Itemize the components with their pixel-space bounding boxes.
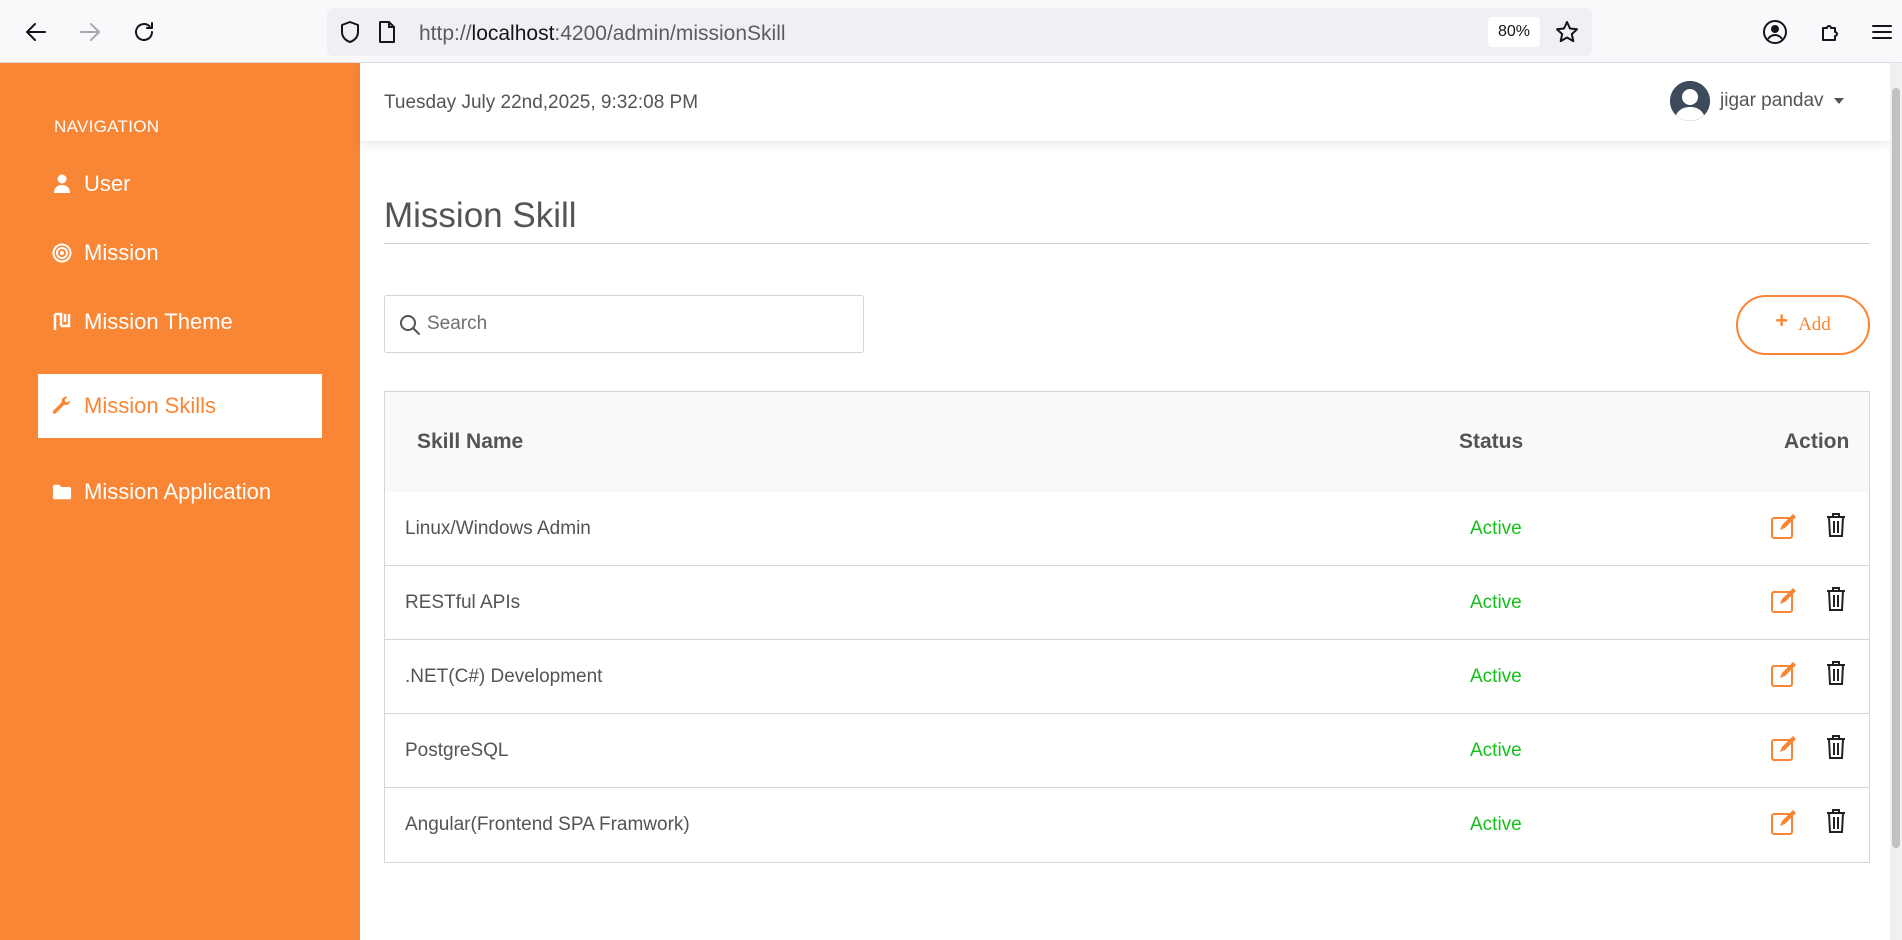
- sidebar-item-label: User: [84, 171, 131, 196]
- skill-name-cell: .NET(C#) Development: [405, 665, 603, 687]
- status-cell: Active: [1470, 814, 1522, 835]
- wrench-icon: [52, 396, 72, 416]
- reload-icon: [135, 22, 153, 41]
- title-divider: [384, 243, 1870, 244]
- scrollbar-thumb[interactable]: [1892, 88, 1900, 848]
- add-button-label: Add: [1798, 314, 1831, 335]
- skill-name-cell: Angular(Frontend SPA Framwork): [405, 814, 690, 835]
- delete-icon[interactable]: [1825, 734, 1849, 762]
- search-input[interactable]: [427, 296, 857, 352]
- add-skill-button[interactable]: + Add: [1736, 295, 1870, 355]
- folder-icon: [52, 482, 72, 502]
- extensions-icon[interactable]: [1815, 16, 1847, 48]
- address-bar[interactable]: http://localhost:4200/admin/missionSkill…: [327, 8, 1592, 56]
- reload-button[interactable]: [128, 16, 160, 48]
- sidebar: NAVIGATION User Mission Mission Theme Mi…: [0, 63, 360, 940]
- username: jigar pandav: [1720, 90, 1824, 111]
- url-scheme: http://: [419, 22, 472, 45]
- sidebar-item-label: Mission: [84, 240, 159, 265]
- delete-icon[interactable]: [1825, 808, 1849, 836]
- column-header-skill-name: Skill Name: [417, 430, 524, 453]
- sidebar-item-label: Mission Theme: [84, 309, 233, 334]
- status-cell: Active: [1470, 591, 1522, 613]
- search-icon: [399, 314, 421, 341]
- search-field[interactable]: [384, 295, 864, 353]
- header: Tuesday July 22nd,2025, 9:32:08 PM jigar…: [360, 63, 1890, 141]
- table-row: .NET(C#) Development Active: [385, 640, 1869, 714]
- table-row: PostgreSQL Active: [385, 714, 1869, 788]
- edit-icon[interactable]: [1770, 660, 1798, 688]
- sidebar-item-mission-application[interactable]: Mission Application: [38, 460, 322, 524]
- column-header-status: Status: [1459, 430, 1524, 453]
- delete-icon[interactable]: [1825, 660, 1849, 688]
- sidebar-item-mission-skills[interactable]: Mission Skills: [38, 374, 322, 438]
- skill-name-cell: RESTful APIs: [405, 591, 521, 613]
- edit-icon[interactable]: [1770, 512, 1798, 540]
- navigation-heading: NAVIGATION: [54, 117, 160, 136]
- user-icon: [52, 174, 72, 194]
- menu-icon[interactable]: [1866, 16, 1898, 48]
- edit-icon[interactable]: [1770, 734, 1798, 762]
- back-button[interactable]: [20, 16, 52, 48]
- skills-table: Skill Name Status Action Linux/Windows A…: [384, 391, 1870, 863]
- table-row: RESTful APIs Active: [385, 566, 1869, 640]
- url-host: localhost: [471, 22, 555, 45]
- url-text[interactable]: http://localhost:4200/admin/missionSkill: [419, 22, 786, 46]
- browser-toolbar: http://localhost:4200/admin/missionSkill…: [0, 0, 1902, 63]
- sidebar-item-mission[interactable]: Mission: [38, 221, 322, 285]
- page-title: Mission Skill: [384, 196, 577, 235]
- table-row: Angular(Frontend SPA Framwork) Active: [385, 788, 1869, 862]
- current-datetime: Tuesday July 22nd,2025, 9:32:08 PM: [384, 92, 699, 113]
- theme-icon: [52, 312, 72, 332]
- sidebar-item-user[interactable]: User: [38, 152, 322, 216]
- forward-button[interactable]: [74, 16, 106, 48]
- back-arrow-icon: [26, 23, 46, 41]
- delete-icon[interactable]: [1825, 512, 1849, 540]
- column-header-action: Action: [1784, 430, 1850, 453]
- skill-name-cell: Linux/Windows Admin: [405, 517, 591, 539]
- page-icon[interactable]: [377, 20, 397, 49]
- edit-icon[interactable]: [1770, 808, 1798, 836]
- url-path: :4200/admin/missionSkill: [554, 22, 786, 45]
- sidebar-item-label: Mission Skills: [84, 393, 217, 418]
- zoom-badge[interactable]: 80%: [1488, 17, 1540, 47]
- shield-icon[interactable]: [339, 20, 361, 49]
- user-menu[interactable]: jigar pandav: [1670, 81, 1844, 121]
- status-cell: Active: [1470, 665, 1522, 687]
- status-cell: Active: [1470, 739, 1522, 761]
- forward-arrow-icon: [80, 23, 100, 41]
- avatar: [1670, 81, 1710, 121]
- sidebar-item-label: Mission Application: [84, 479, 272, 504]
- edit-icon[interactable]: [1770, 586, 1798, 614]
- delete-icon[interactable]: [1825, 586, 1849, 614]
- table-row: Linux/Windows Admin Active: [385, 492, 1869, 566]
- avatar-person-icon: [1670, 81, 1710, 121]
- caret-down-icon: [1833, 98, 1844, 104]
- skill-name-cell: PostgreSQL: [405, 739, 509, 761]
- plus-icon: +: [1775, 308, 1789, 333]
- target-icon: [52, 243, 72, 263]
- table-header: Skill Name Status Action: [385, 392, 1869, 492]
- bookmark-star-icon[interactable]: [1555, 20, 1579, 49]
- sidebar-item-mission-theme[interactable]: Mission Theme: [38, 290, 322, 354]
- account-icon[interactable]: [1759, 16, 1791, 48]
- status-cell: Active: [1470, 517, 1522, 539]
- page-scrollbar[interactable]: [1890, 63, 1902, 940]
